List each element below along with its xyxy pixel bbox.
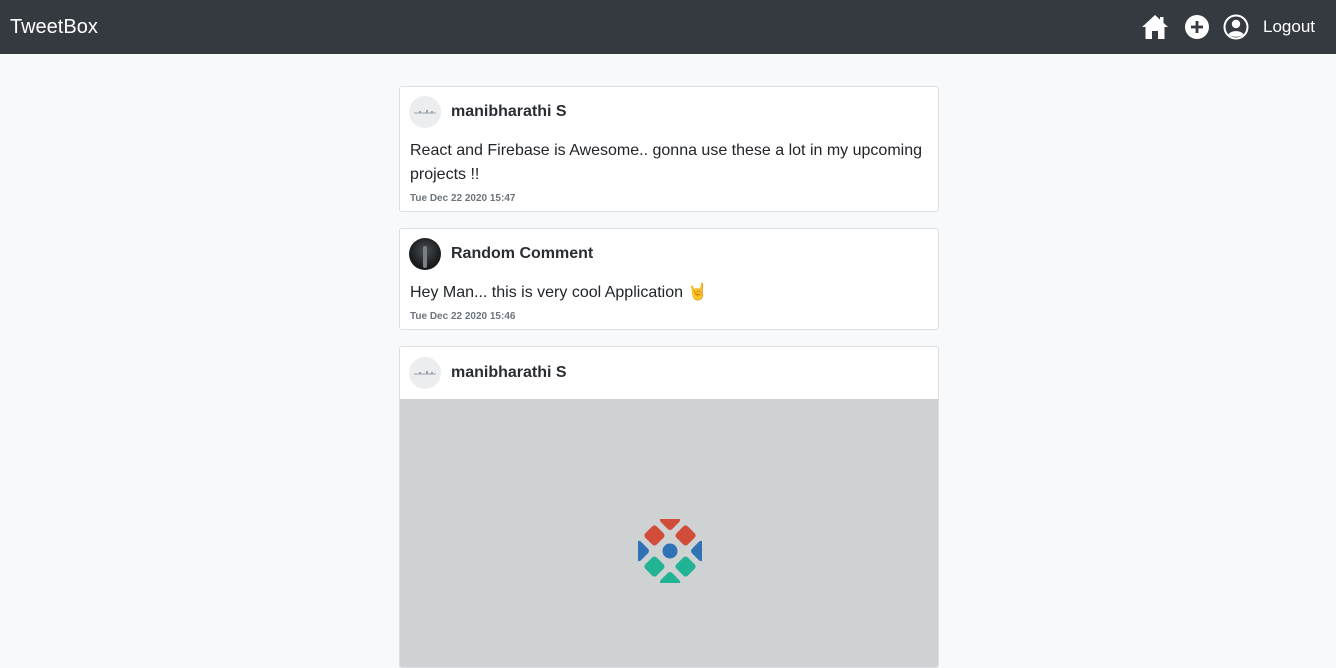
tweet-body: Hey Man... this is very cool Application…	[400, 279, 938, 326]
tweet-image[interactable]	[400, 399, 938, 667]
diamond-logo-image	[638, 519, 702, 583]
avatar[interactable]	[409, 238, 441, 270]
author-name[interactable]: manibharathi S	[451, 364, 567, 382]
tweet-body: React and Firebase is Awesome.. gonna us…	[400, 137, 938, 208]
tweet-timestamp: Tue Dec 22 2020 15:46	[410, 311, 516, 322]
avatar[interactable]	[409, 357, 441, 389]
logout-link[interactable]: Logout	[1263, 16, 1315, 38]
tweet-card: manibharathi S React and Firebase is Awe…	[399, 86, 939, 212]
author-name[interactable]: Random Comment	[451, 245, 593, 263]
tweet-timestamp: Tue Dec 22 2020 15:47	[410, 193, 516, 204]
top-navbar: TweetBox Logout	[0, 0, 1336, 54]
tweet-feed: manibharathi S React and Firebase is Awe…	[399, 86, 939, 668]
author-name[interactable]: manibharathi S	[451, 103, 567, 121]
user-circle-icon[interactable]	[1223, 14, 1249, 40]
tweet-header: Random Comment	[400, 229, 938, 279]
brand-title[interactable]: TweetBox	[10, 14, 98, 40]
tweet-card: manibharathi S	[399, 346, 939, 668]
tweet-text: Hey Man... this is very cool Application…	[410, 284, 708, 301]
tweet-header: manibharathi S	[400, 87, 938, 137]
add-circle-icon[interactable]	[1184, 14, 1210, 40]
tweet-card: Random Comment Hey Man... this is very c…	[399, 228, 939, 330]
home-icon[interactable]	[1141, 13, 1169, 41]
avatar[interactable]	[409, 96, 441, 128]
nav-actions: Logout	[1141, 0, 1315, 54]
tweet-header: manibharathi S	[400, 347, 938, 399]
tweet-text: React and Firebase is Awesome.. gonna us…	[410, 142, 922, 183]
